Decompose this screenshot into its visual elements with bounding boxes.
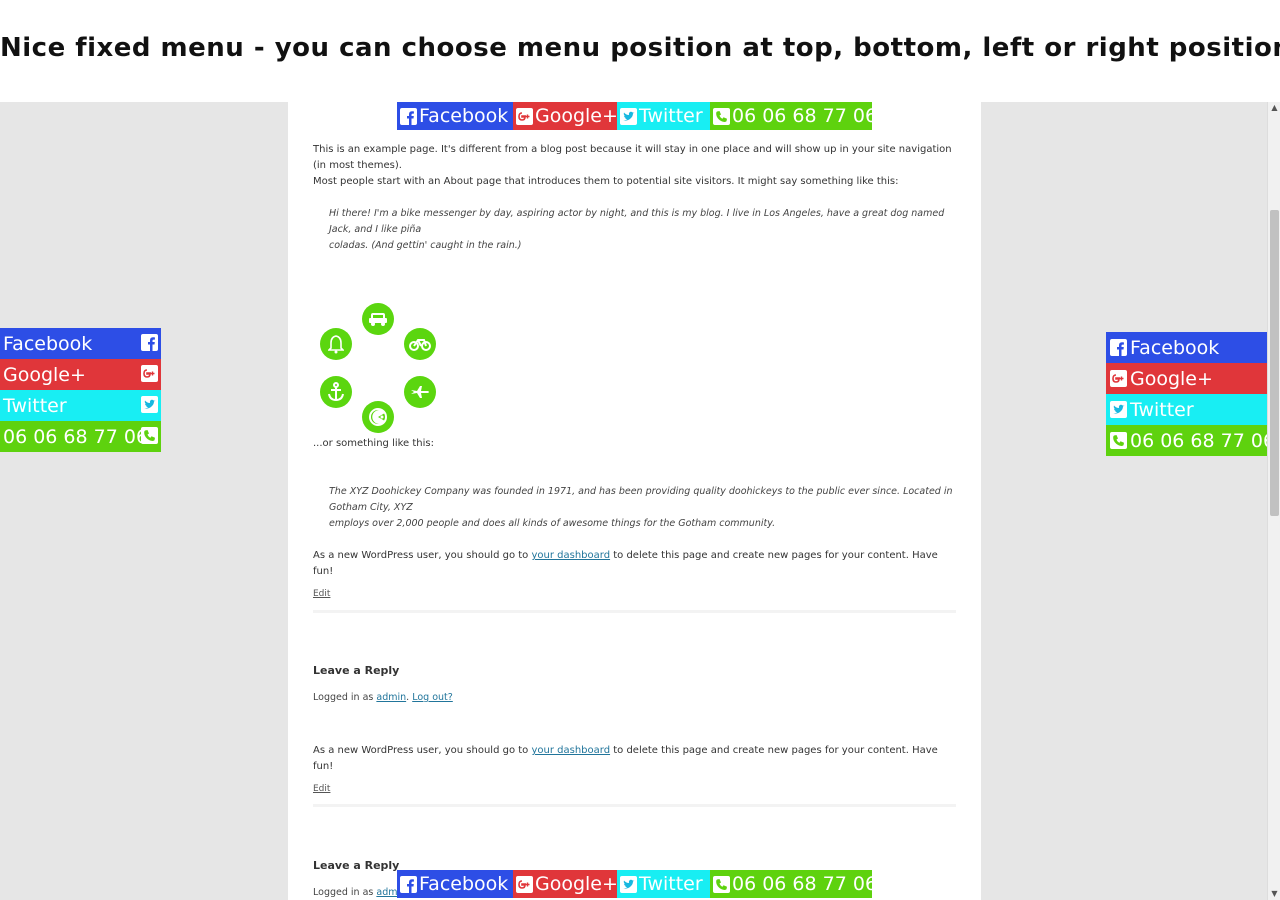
right-menu-twitter[interactable]: Twitter (1106, 394, 1267, 425)
scroll-down-arrow-icon[interactable]: ▼ (1268, 888, 1280, 900)
left-social-menu: Facebook Google+ Twitter 06 06 68 77 06 (0, 328, 161, 452)
bicycle-icon[interactable] (404, 328, 436, 360)
content-divider (313, 610, 956, 613)
right-menu-facebook[interactable]: Facebook (1106, 332, 1267, 363)
top-menu-facebook[interactable]: Facebook (397, 102, 513, 130)
quote-1: Hi there! I'm a bike messenger by day, a… (313, 206, 958, 254)
twitter-icon (1110, 401, 1127, 418)
edit-link-lower[interactable]: Edit (313, 784, 330, 794)
wp-text-before-lower: As a new WordPress user, you should go t… (313, 745, 532, 756)
top-menu-google[interactable]: Google+ (513, 102, 618, 130)
phone-icon (141, 427, 158, 444)
right-menu-phone-label: 06 06 68 77 06 (1130, 429, 1276, 452)
bottom-menu-phone-label: 06 06 68 77 06 (732, 873, 878, 895)
google-plus-icon (141, 365, 158, 382)
top-menu-phone[interactable]: 06 06 68 77 06 (710, 102, 877, 130)
google-plus-icon (1110, 370, 1127, 387)
right-menu-google[interactable]: Google+ (1106, 363, 1267, 394)
intro-paragraph: This is an example page. It's different … (313, 142, 958, 190)
edit-row-lower: Edit (313, 776, 958, 795)
quote-1-line-2: coladas. (And gettin' caught in the rain… (329, 240, 522, 251)
left-menu-phone-label: 06 06 68 77 06 (3, 425, 149, 448)
leave-reply-heading: Leave a Reply (313, 664, 400, 677)
top-menu-google-label: Google+ (535, 105, 618, 127)
scroll-up-arrow-icon[interactable]: ▲ (1268, 102, 1280, 114)
left-menu-twitter-label: Twitter (3, 394, 67, 417)
google-plus-icon (516, 876, 533, 893)
facebook-icon (1110, 339, 1127, 356)
bottom-menu-twitter[interactable]: Twitter (617, 870, 710, 898)
logged-in-label: Logged in as (313, 692, 377, 703)
google-plus-icon (516, 108, 533, 125)
facebook-icon (400, 876, 417, 893)
phone-icon (1110, 432, 1127, 449)
left-menu-facebook[interactable]: Facebook (0, 328, 161, 359)
facebook-icon (141, 334, 158, 351)
bottom-menu-google-label: Google+ (535, 873, 618, 895)
bottom-menu-google[interactable]: Google+ (513, 870, 618, 898)
phone-icon (713, 876, 730, 893)
right-menu-facebook-label: Facebook (1130, 336, 1220, 359)
bottom-menu-facebook[interactable]: Facebook (397, 870, 513, 898)
left-menu-phone[interactable]: 06 06 68 77 06 (0, 421, 161, 452)
left-menu-twitter[interactable]: Twitter (0, 390, 161, 421)
car-icon[interactable] (362, 303, 394, 335)
phone-icon (713, 108, 730, 125)
intro-line-1: This is an example page. It's different … (313, 144, 952, 171)
top-menu-twitter-label: Twitter (639, 105, 703, 127)
wordpress-paragraph: As a new WordPress user, you should go t… (313, 548, 958, 580)
twitter-icon (141, 396, 158, 413)
facebook-icon (400, 108, 417, 125)
left-menu-facebook-label: Facebook (3, 332, 93, 355)
bottom-menu-twitter-label: Twitter (639, 873, 703, 895)
twitter-icon (620, 876, 637, 893)
admin-link[interactable]: admin (376, 692, 406, 703)
edit-link[interactable]: Edit (313, 589, 330, 599)
right-menu-twitter-label: Twitter (1130, 398, 1194, 421)
wordpress-paragraph-lower: As a new WordPress user, you should go t… (313, 743, 958, 775)
logged-in-line: Logged in as admin. Log out? (313, 692, 958, 703)
left-menu-google-label: Google+ (3, 363, 86, 386)
dashboard-link[interactable]: your dashboard (531, 550, 610, 561)
quote-1-line-1: Hi there! I'm a bike messenger by day, a… (329, 208, 945, 235)
vertical-scrollbar[interactable]: ▲ ▼ (1267, 102, 1280, 900)
right-menu-phone[interactable]: 06 06 68 77 06 (1106, 425, 1275, 456)
bell-icon[interactable] (320, 328, 352, 360)
top-menu-facebook-label: Facebook (419, 105, 509, 127)
edit-row: Edit (313, 581, 958, 600)
pacman-icon[interactable] (362, 401, 394, 433)
twitter-icon (620, 108, 637, 125)
quote-2-line-2: employs over 2,000 people and does all k… (329, 518, 776, 529)
page-headline: Nice fixed menu - you can choose menu po… (0, 33, 1280, 63)
intro-line-2: Most people start with an About page tha… (313, 176, 899, 187)
bottom-social-menu: Facebook Google+ Twitter 06 06 68 77 06 (397, 870, 877, 898)
left-menu-google[interactable]: Google+ (0, 359, 161, 390)
right-social-menu: Facebook Google+ Twitter 06 06 68 77 06 (1106, 332, 1275, 456)
page-card-upper: This is an example page. It's different … (288, 102, 981, 706)
bottom-menu-facebook-label: Facebook (419, 873, 509, 895)
dashboard-link-lower[interactable]: your dashboard (531, 745, 610, 756)
logged-in-label-lower: Logged in as (313, 887, 377, 898)
plane-icon[interactable] (404, 376, 436, 408)
top-menu-twitter[interactable]: Twitter (617, 102, 710, 130)
quote-2: The XYZ Doohickey Company was founded in… (313, 484, 958, 532)
quote-2-line-1: The XYZ Doohickey Company was founded in… (329, 486, 953, 513)
right-menu-google-label: Google+ (1130, 367, 1213, 390)
logout-link[interactable]: Log out? (412, 692, 453, 703)
or-something-text: ...or something like this: (313, 438, 435, 449)
bottom-menu-phone[interactable]: 06 06 68 77 06 (710, 870, 877, 898)
top-menu-phone-label: 06 06 68 77 06 (732, 105, 878, 127)
content-divider-lower (313, 804, 956, 807)
demo-viewport: This is an example page. It's different … (0, 102, 1280, 900)
wp-text-before: As a new WordPress user, you should go t… (313, 550, 532, 561)
top-social-menu: Facebook Google+ Twitter 06 06 68 77 06 (397, 102, 877, 130)
scrollbar-thumb[interactable] (1270, 210, 1279, 516)
anchor-icon[interactable] (320, 376, 352, 408)
